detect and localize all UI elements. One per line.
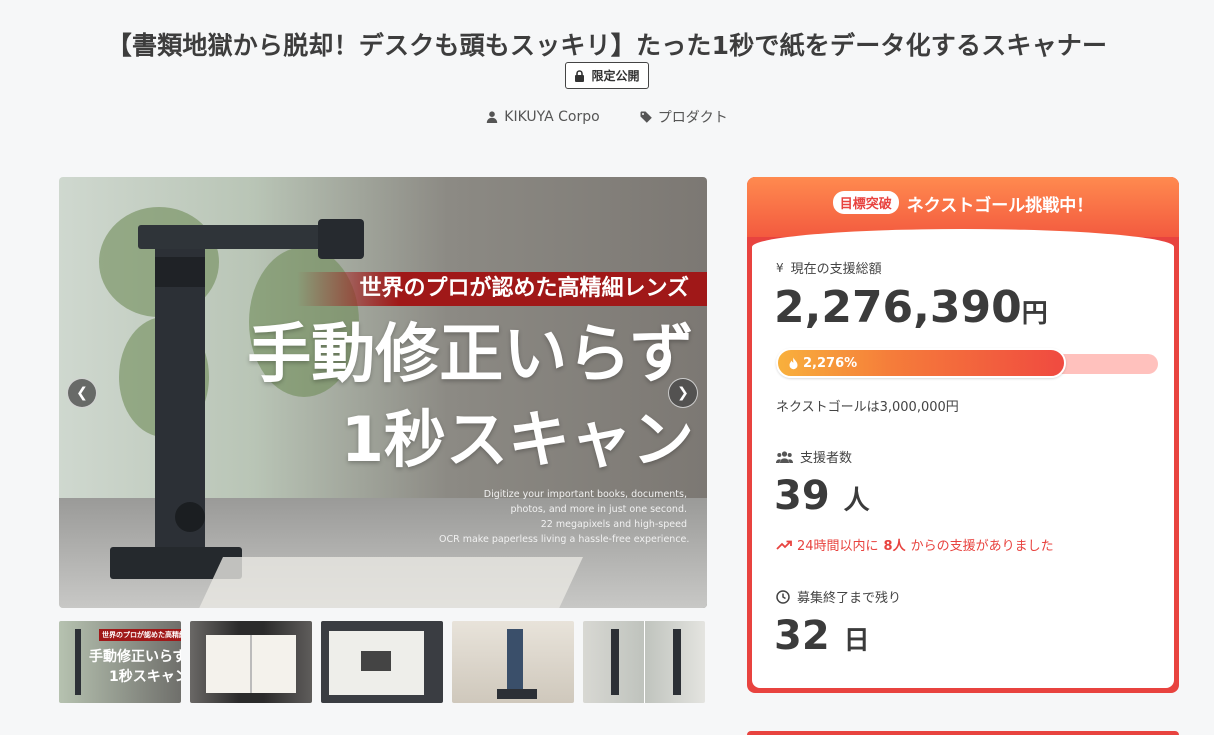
thumb-headline-1: 手動修正いらず [89,649,181,665]
thumb-book-spine [250,635,252,693]
users-icon [776,450,793,463]
progress-fill: 2,276% [776,348,1066,378]
total-unit: 円 [1021,299,1048,329]
carousel-prev-button[interactable]: ❮ [67,378,97,408]
remaining-unit: 日 [843,626,870,656]
scanner-joint [155,257,205,287]
goal-title: ネクストゴール挑戦中！ [906,196,1094,216]
backers-unit: 人 [843,486,870,516]
remaining-label-row: 募集終了まで残り [776,587,901,606]
hero-english-line: OCR make paperless living a hassle-free … [439,534,690,545]
author-name: KIKUYA Corpo [504,109,600,125]
hero-english-line: Digitize your important books, documents… [483,489,687,500]
hero-headline-2: 1秒スキャン [340,403,694,476]
thumb-scanner-shape [507,629,523,689]
hero-banner: 世界のプロが認めた高精細レンズ [297,272,707,306]
thumb-headline-2: 1秒スキャン [109,669,181,685]
trending-up-icon [776,540,792,550]
panel-header: 目標突破 ネクストゴール挑戦中！ [747,177,1179,237]
trend-suffix: からの支援がありました [910,539,1054,554]
thumb-scanner-shape [673,629,681,695]
hero-english-line: 22 megapixels and high-speed [540,519,687,530]
goal-tag: 目標突破 [832,191,899,214]
user-icon [487,111,498,123]
author-link[interactable]: KIKUYA Corpo [486,107,600,127]
hero-english-copy: Digitize your important books, documents… [439,487,690,547]
thumb-scanner-shape [611,629,619,695]
total-amount-row: 2,276,390円 [774,282,1048,333]
thumbnail-4[interactable] [452,621,574,703]
remaining-days: 32 [774,613,830,659]
backers-label-row: 支援者数 [776,447,852,466]
trend-prefix: 24時間以内に [797,539,879,554]
thumb-dialog-shape [361,651,391,671]
thumbnail-1[interactable]: 世界のプロが認めた高精細レンズ 手動修正いらず 1秒スキャン [59,621,181,703]
thumb-banner: 世界のプロが認めた高精細レンズ [99,629,181,641]
backers-count-row: 39 人 [774,473,870,519]
chevron-left-icon: ❮ [76,385,88,401]
thumbnail-5[interactable] [583,621,705,703]
hero-content: 世界のプロが認めた高精細レンズ 手動修正いらず 1秒スキャン Digitize … [59,177,707,608]
next-goal: ネクストゴールは3,000,000円 [776,400,959,415]
total-label: 現在の支援総額 [790,262,882,277]
project-meta: KIKUYA Corpo プロダクト [0,107,1214,127]
thumbnail-3[interactable] [321,621,443,703]
thumbnail-strip: 世界のプロが認めた高精細レンズ 手動修正いらず 1秒スキャン [59,621,705,703]
tag-icon [640,111,652,123]
category-name: プロダクト [657,110,728,126]
chevron-right-icon: ❯ [677,385,689,401]
thumb-scanner-base [497,689,537,699]
lock-icon [575,69,585,82]
scanner-knob [175,502,205,532]
yen-icon: ¥ [776,260,784,275]
thumb-divider [644,621,645,703]
fire-icon [789,357,798,369]
thumbnail-2[interactable] [190,621,312,703]
category-link[interactable]: プロダクト [640,107,728,127]
remaining-days-row: 32 日 [774,613,870,659]
visibility-badge-wrap: 限定公開 [0,62,1214,89]
backers-label: 支援者数 [800,451,853,466]
backer-trend: 24時間以内に 8人 からの支援がありました [776,535,1054,554]
total-amount: 2,276,390 [774,282,1022,333]
backers-count: 39 [774,473,830,519]
total-label-row: ¥ 現在の支援総額 [776,258,882,278]
clock-icon [776,589,790,604]
hero-headline-1: 手動修正いらず [247,318,694,392]
panel-body: ¥ 現在の支援総額 2,276,390円 2,276% ネクストゴールは3,00… [752,229,1174,688]
page-title: 【書類地獄から脱却！デスクも頭もスッキリ】たった1秒で紙をデータ化するスキャナー [106,31,1108,60]
progress-label: 2,276% [803,355,858,371]
hero-image[interactable]: 世界のプロが認めた高精細レンズ 手動修正いらず 1秒スキャン Digitize … [59,177,707,608]
remaining-label: 募集終了まで残り [797,591,902,606]
carousel-next-button[interactable]: ❯ [668,378,698,408]
book-shape [195,557,583,608]
hero-english-line: photos, and more in just one second. [510,504,687,515]
trend-count: 8人 [883,539,906,554]
thumb-scanner-shape [75,629,81,695]
visibility-badge: 限定公開 [565,62,649,89]
scanner-head [318,219,364,259]
next-panel-edge [747,731,1179,735]
visibility-badge-label: 限定公開 [591,69,640,83]
funding-panel: 目標突破 ネクストゴール挑戦中！ ¥ 現在の支援総額 2,276,390円 2,… [747,177,1179,693]
